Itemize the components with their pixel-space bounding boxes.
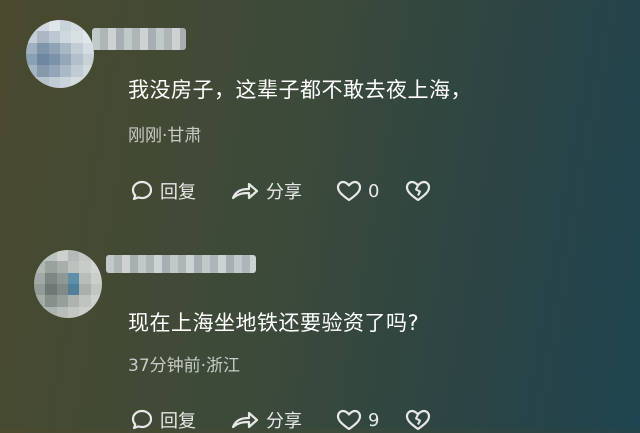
comment-item: 现在上海坐地铁还要验资了吗? 37分钟前·浙江 回复 分享 9 xyxy=(0,215,640,432)
avatar[interactable] xyxy=(26,20,94,88)
like-button[interactable]: 0 xyxy=(336,179,379,203)
broken-heart-icon xyxy=(406,409,431,431)
comment-meta: 刚刚·甘肃 xyxy=(128,126,202,146)
share-arrow-icon xyxy=(231,182,259,200)
avatar[interactable] xyxy=(34,250,102,318)
username-blurred[interactable] xyxy=(106,255,256,273)
share-label: 分享 xyxy=(266,411,302,432)
comment-text: 我没房子，这辈子都不敢去夜上海， xyxy=(128,78,472,102)
share-button[interactable]: 分享 xyxy=(230,178,302,204)
avatar-mosaic xyxy=(26,20,94,88)
share-label: 分享 xyxy=(266,182,302,203)
share-button[interactable]: 分享 xyxy=(230,407,302,433)
share-arrow-icon xyxy=(231,411,259,429)
comment-actions: 回复 分享 9 xyxy=(130,407,471,433)
comment-actions: 回复 分享 0 xyxy=(130,178,471,204)
broken-heart-icon xyxy=(406,180,431,202)
dislike-button[interactable] xyxy=(405,408,437,432)
comment-item: 我没房子，这辈子都不敢去夜上海， 刚刚·甘肃 回复 分享 0 xyxy=(0,0,640,215)
reply-button[interactable]: 回复 xyxy=(130,178,196,204)
like-count: 9 xyxy=(368,409,380,431)
heart-icon xyxy=(336,180,362,202)
reply-label: 回复 xyxy=(160,182,196,203)
like-count: 0 xyxy=(368,180,380,202)
avatar-mosaic xyxy=(34,250,102,318)
comment-bubble-icon xyxy=(131,180,153,201)
reply-button[interactable]: 回复 xyxy=(130,407,196,433)
dislike-button[interactable] xyxy=(405,179,437,203)
reply-label: 回复 xyxy=(160,411,196,432)
comment-bubble-icon xyxy=(131,409,153,430)
comment-text: 现在上海坐地铁还要验资了吗? xyxy=(128,311,420,335)
heart-icon xyxy=(336,409,362,431)
like-button[interactable]: 9 xyxy=(336,408,379,432)
comment-meta: 37分钟前·浙江 xyxy=(128,356,241,376)
username-blurred[interactable] xyxy=(92,28,186,50)
